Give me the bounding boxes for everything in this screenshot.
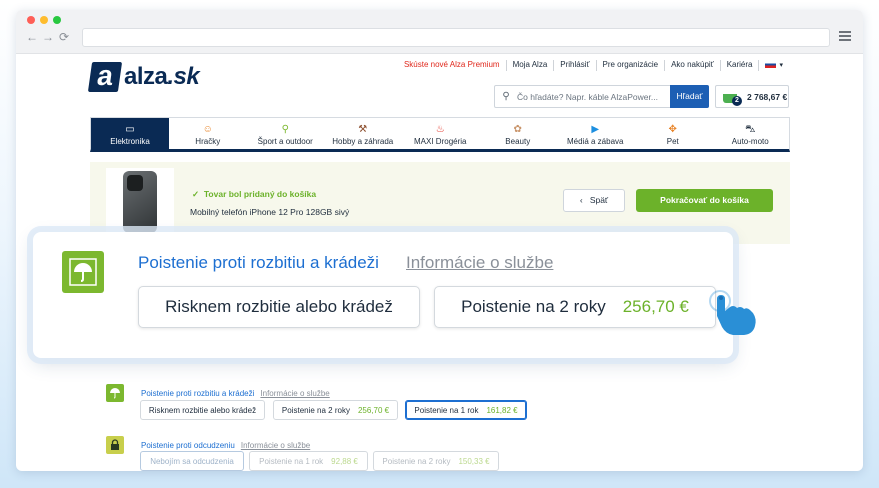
category-auto-moto[interactable]: ⛍ Auto-moto	[712, 118, 790, 149]
zoom-info-link[interactable]: Informácie o službe	[406, 253, 553, 273]
top-links: Skúste nové Alza Premium Moja Alza Prihl…	[398, 60, 789, 71]
paw-icon: ✥	[668, 124, 677, 135]
product-image[interactable]	[106, 168, 174, 236]
category-sport[interactable]: ⚲ Šport a outdoor	[247, 118, 325, 149]
search-bar: ⚲ Čo hľadáte? Napr. káble AlzaPower... H…	[494, 85, 709, 108]
toplink-premium[interactable]: Skúste nové Alza Premium	[398, 60, 506, 71]
insurance-breakage-info-link[interactable]: Informácie o službe	[260, 389, 329, 398]
breakage-option-1-year[interactable]: Poistenie na 1 rok 161,82 €	[405, 400, 527, 420]
category-toys[interactable]: ☺ Hračky	[169, 118, 247, 149]
category-beauty[interactable]: ✿ Beauty	[479, 118, 557, 149]
logo-wordmark: alza.sk	[124, 63, 200, 90]
search-icon: ⚲	[502, 91, 510, 102]
maximize-window-icon[interactable]	[53, 16, 61, 24]
theft-option-decline[interactable]: Nebojím sa odcudzenia	[140, 451, 244, 471]
toplink-career[interactable]: Kariéra	[719, 60, 759, 71]
car-icon: ⛍	[745, 124, 756, 135]
chevron-left-icon: ‹	[579, 195, 583, 205]
pointer-hand-icon	[709, 290, 756, 335]
hamburger-menu-icon[interactable]	[839, 31, 851, 43]
theft-option-2-years[interactable]: Poistenie na 2 roky 150,33 €	[373, 451, 499, 471]
umbrella-icon	[106, 384, 124, 402]
insurance-breakage-title: Poistenie proti rozbitiu a krádeži	[141, 388, 255, 398]
theft-option-1-year[interactable]: Poistenie na 1 rok 92,88 €	[249, 451, 368, 471]
category-hobby[interactable]: ⚒ Hobby a záhrada	[324, 118, 402, 149]
back-arrow-icon[interactable]: ←	[26, 30, 38, 44]
spray-icon: ♨	[435, 124, 445, 135]
chevron-down-icon: ▾	[779, 62, 783, 69]
zoomed-insurance-callout: Poistenie proti rozbitiu a krádeži Infor…	[33, 232, 733, 358]
cart-button[interactable]: 2 2 768,67 €	[715, 85, 789, 108]
logo-mark: a	[87, 60, 123, 92]
category-electronics[interactable]: ▭ Elektronika	[91, 118, 169, 149]
category-drogeria[interactable]: ♨ MAXI Drogéria	[402, 118, 480, 149]
umbrella-icon	[62, 251, 104, 293]
category-pet[interactable]: ✥ Pet	[634, 118, 712, 149]
cosmetics-icon: ✿	[513, 124, 522, 135]
zoom-option-decline[interactable]: Risknem rozbitie alebo krádež	[138, 286, 420, 328]
cart-icon: 2	[722, 89, 744, 106]
category-nav: ▭ Elektronika ☺ Hračky ⚲ Šport a outdoor ⚒ H…	[90, 117, 790, 152]
check-icon: ✓	[192, 189, 200, 199]
toy-icon: ☺	[202, 124, 213, 135]
laptop-icon: ▭	[125, 124, 135, 135]
cart-total: 2 768,67 €	[747, 91, 788, 102]
added-product-name[interactable]: Mobilný telefón iPhone 12 Pro 128GB sivý	[190, 207, 349, 217]
toplink-my-alza[interactable]: Moja Alza	[505, 60, 554, 71]
drill-icon: ⚒	[358, 124, 368, 135]
browser-titlebar: ← → ⟳	[16, 10, 863, 54]
toplink-login[interactable]: Prihlásiť	[553, 60, 595, 71]
continue-to-cart-button[interactable]: Pokračovať do košíka	[636, 189, 773, 212]
play-icon: ▶	[591, 124, 600, 135]
breakage-option-decline[interactable]: Risknem rozbitie alebo krádež	[140, 400, 265, 420]
alza-logo[interactable]: a alza.sk	[87, 60, 200, 92]
toplink-organizations[interactable]: Pre organizácie	[595, 60, 665, 71]
lock-icon	[106, 436, 124, 454]
address-bar[interactable]	[82, 28, 830, 47]
search-input[interactable]: Čo hľadáte? Napr. káble AlzaPower...	[517, 92, 670, 102]
breakage-option-2-years[interactable]: Poistenie na 2 roky 256,70 €	[273, 400, 398, 420]
insurance-theft-title: Poistenie proti odcudzeniu	[141, 440, 235, 450]
back-button[interactable]: ‹ Späť	[563, 189, 625, 212]
close-window-icon[interactable]	[27, 16, 35, 24]
minimize-window-icon[interactable]	[40, 16, 48, 24]
search-button[interactable]: Hľadať	[670, 85, 709, 108]
category-media[interactable]: ▶ Médiá a zábava	[557, 118, 635, 149]
added-confirmation: ✓ Tovar bol pridaný do košíka	[192, 189, 317, 199]
insurance-theft-info-link[interactable]: Informácie o službe	[241, 441, 310, 450]
cart-count-badge: 2	[732, 96, 742, 106]
zoom-option-2-years[interactable]: Poistenie na 2 roky 256,70 €	[434, 286, 716, 328]
bicycle-icon: ⚲	[281, 124, 289, 135]
language-selector[interactable]: ▾	[758, 60, 789, 71]
forward-arrow-icon[interactable]: →	[42, 30, 54, 44]
toplink-how-to-buy[interactable]: Ako nakúpiť	[664, 60, 720, 71]
reload-icon[interactable]: ⟳	[59, 30, 69, 44]
slovak-flag-icon	[765, 61, 777, 69]
zoom-insurance-title: Poistenie proti rozbitiu a krádeži	[138, 253, 379, 272]
